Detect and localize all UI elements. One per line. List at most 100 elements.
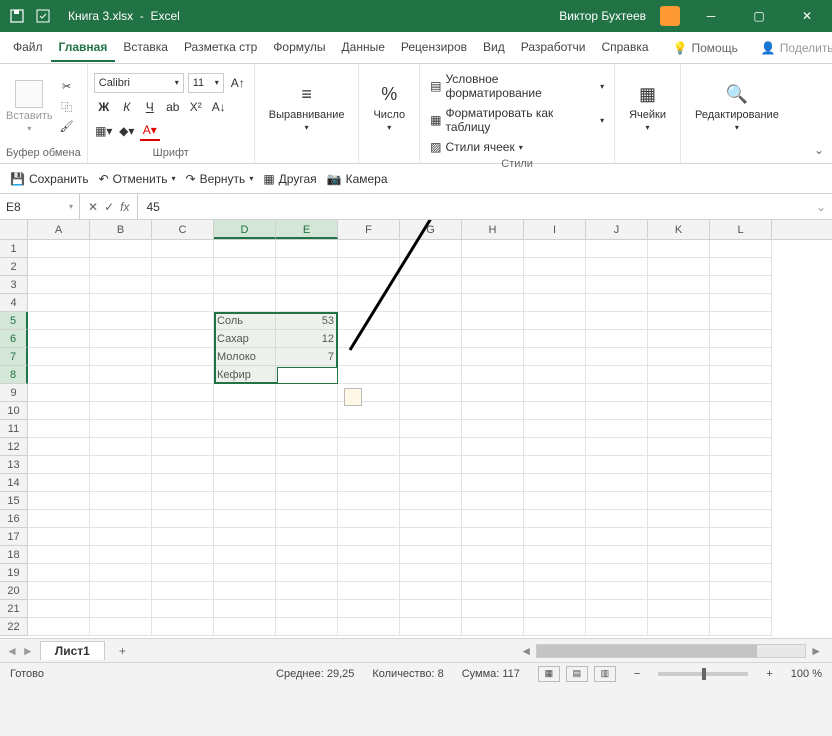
cell[interactable] (462, 546, 524, 564)
cell[interactable] (28, 348, 90, 366)
cell[interactable] (400, 330, 462, 348)
help-button[interactable]: 💡Помощь (663, 41, 748, 55)
cell[interactable] (338, 546, 400, 564)
cell[interactable] (276, 564, 338, 582)
row-header[interactable]: 9 (0, 384, 28, 402)
cell[interactable] (28, 294, 90, 312)
cell[interactable] (400, 564, 462, 582)
cell[interactable] (276, 618, 338, 636)
cell[interactable] (710, 546, 772, 564)
row-header[interactable]: 13 (0, 456, 28, 474)
cell[interactable] (524, 402, 586, 420)
cell[interactable] (152, 276, 214, 294)
cell[interactable] (586, 240, 648, 258)
maximize-button[interactable]: ▢ (742, 2, 776, 30)
copy-icon[interactable]: ⿻ (57, 98, 77, 116)
cell[interactable] (462, 438, 524, 456)
cell[interactable] (276, 474, 338, 492)
cell[interactable] (462, 258, 524, 276)
cell[interactable] (338, 312, 400, 330)
cell[interactable] (338, 618, 400, 636)
cell[interactable] (90, 384, 152, 402)
row-header[interactable]: 16 (0, 510, 28, 528)
cell[interactable] (28, 546, 90, 564)
cell[interactable] (276, 528, 338, 546)
cell[interactable] (524, 366, 586, 384)
row-header[interactable]: 11 (0, 420, 28, 438)
col-header[interactable]: J (586, 220, 648, 239)
bold-button[interactable]: Ж (94, 97, 114, 117)
cell[interactable] (28, 456, 90, 474)
cell[interactable]: 7 (276, 348, 338, 366)
cell[interactable] (710, 366, 772, 384)
cell[interactable] (586, 618, 648, 636)
cell[interactable] (586, 546, 648, 564)
menu-tab-данные[interactable]: Данные (334, 34, 393, 62)
cell[interactable] (90, 582, 152, 600)
cell[interactable] (28, 384, 90, 402)
cell[interactable] (90, 546, 152, 564)
cell[interactable] (710, 456, 772, 474)
cell[interactable] (524, 618, 586, 636)
cell[interactable] (152, 456, 214, 474)
col-header[interactable]: K (648, 220, 710, 239)
cell[interactable] (462, 348, 524, 366)
cell[interactable] (400, 474, 462, 492)
cell[interactable] (338, 240, 400, 258)
cell[interactable] (28, 618, 90, 636)
underline-button[interactable]: Ч (140, 97, 160, 117)
cell[interactable] (462, 384, 524, 402)
cell[interactable] (90, 510, 152, 528)
cell[interactable] (338, 348, 400, 366)
cell[interactable] (400, 294, 462, 312)
cell[interactable] (462, 420, 524, 438)
row-header[interactable]: 2 (0, 258, 28, 276)
cell[interactable] (524, 600, 586, 618)
cell[interactable] (90, 528, 152, 546)
cell[interactable] (214, 546, 276, 564)
cell[interactable] (648, 240, 710, 258)
cell[interactable] (28, 240, 90, 258)
row-header[interactable]: 10 (0, 402, 28, 420)
row-header[interactable]: 7 (0, 348, 28, 366)
row-header[interactable]: 12 (0, 438, 28, 456)
cell[interactable] (462, 564, 524, 582)
cell[interactable] (152, 546, 214, 564)
cell[interactable] (338, 294, 400, 312)
menu-tab-файл[interactable]: Файл (5, 34, 51, 62)
cell[interactable] (586, 528, 648, 546)
cell[interactable] (28, 510, 90, 528)
menu-tab-вид[interactable]: Вид (475, 34, 513, 62)
cell[interactable] (214, 618, 276, 636)
cell[interactable] (152, 474, 214, 492)
cell[interactable] (90, 366, 152, 384)
cell[interactable] (586, 456, 648, 474)
cell[interactable] (28, 492, 90, 510)
zoom-slider[interactable] (658, 672, 748, 676)
menu-tab-справка[interactable]: Справка (593, 34, 656, 62)
formula-input[interactable]: 45 (138, 200, 809, 214)
cell[interactable] (586, 312, 648, 330)
cell[interactable] (28, 366, 90, 384)
font-color-button[interactable]: A▾ (140, 121, 160, 141)
format-painter-icon[interactable]: 🖌 (57, 118, 77, 136)
cell[interactable] (276, 276, 338, 294)
save-button[interactable]: 💾Сохранить (10, 172, 89, 186)
cell[interactable] (710, 276, 772, 294)
zoom-level[interactable]: 100 % (791, 668, 822, 680)
row-header[interactable]: 14 (0, 474, 28, 492)
col-header[interactable]: F (338, 220, 400, 239)
camera-button[interactable]: 📷Камера (327, 172, 388, 186)
menu-tab-рецензиров[interactable]: Рецензиров (393, 34, 475, 62)
decrease-font-icon[interactable]: A↓ (209, 97, 229, 117)
cell[interactable] (586, 330, 648, 348)
cell[interactable] (400, 366, 462, 384)
cell[interactable] (90, 618, 152, 636)
cell[interactable] (524, 546, 586, 564)
cell[interactable] (214, 240, 276, 258)
cell[interactable] (90, 600, 152, 618)
cell[interactable] (214, 492, 276, 510)
cell[interactable] (400, 546, 462, 564)
quick-analysis-icon[interactable] (344, 388, 362, 406)
cell[interactable] (710, 600, 772, 618)
